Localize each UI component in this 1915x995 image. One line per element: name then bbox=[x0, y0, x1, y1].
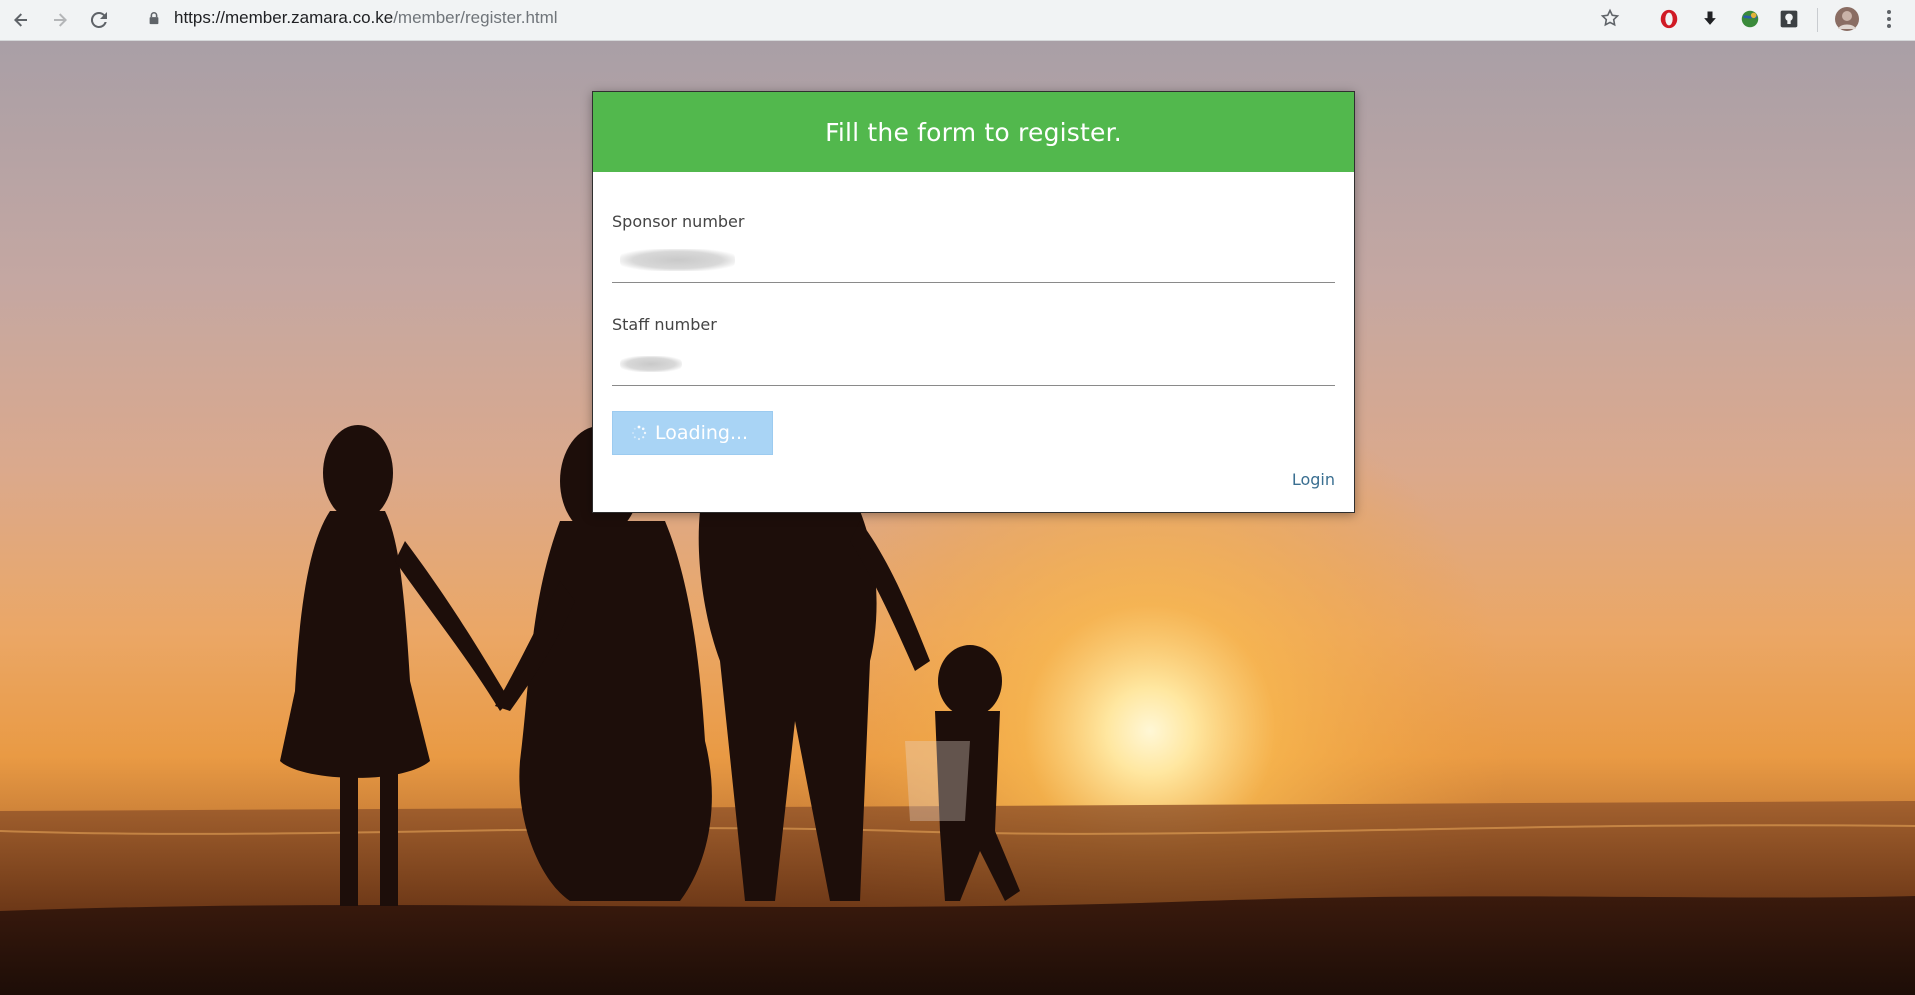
url-host: https://member.zamara.co.ke bbox=[174, 8, 394, 27]
back-arrow-icon bbox=[14, 13, 27, 27]
kebab-menu-icon[interactable] bbox=[1876, 6, 1902, 32]
register-button-label: Loading... bbox=[655, 422, 749, 444]
redacted-value bbox=[620, 249, 735, 271]
profile-avatar[interactable] bbox=[1834, 6, 1860, 32]
address-bar[interactable]: https://member.zamara.co.ke/member/regis… bbox=[130, 2, 1635, 34]
login-link[interactable]: Login bbox=[1292, 470, 1335, 489]
lock-icon bbox=[146, 10, 162, 26]
download-extension-icon[interactable] bbox=[1697, 6, 1723, 32]
toolbar-divider bbox=[1817, 8, 1818, 32]
modal-body: Sponsor number Staff number bbox=[593, 172, 1354, 386]
spinner-icon bbox=[632, 425, 647, 441]
modal-header: Fill the form to register. bbox=[593, 92, 1354, 172]
staff-number-input[interactable] bbox=[612, 344, 1335, 386]
sponsor-number-input[interactable] bbox=[612, 241, 1335, 283]
redacted-value bbox=[620, 356, 682, 372]
modal-title: Fill the form to register. bbox=[825, 117, 1122, 147]
lightbulb-extension-icon[interactable] bbox=[1776, 6, 1802, 32]
url-text: https://member.zamara.co.ke/member/regis… bbox=[174, 8, 558, 28]
reload-icon bbox=[90, 11, 107, 28]
forward-button[interactable] bbox=[42, 2, 78, 38]
forward-arrow-icon bbox=[54, 13, 67, 27]
reload-button[interactable] bbox=[81, 2, 117, 38]
opera-extension-icon[interactable] bbox=[1656, 6, 1682, 32]
register-submit-button[interactable]: Loading... bbox=[612, 411, 773, 455]
browser-toolbar: https://member.zamara.co.ke/member/regis… bbox=[0, 0, 1915, 41]
sponsor-number-label: Sponsor number bbox=[612, 212, 745, 231]
register-modal: Fill the form to register. Sponsor numbe… bbox=[592, 91, 1355, 513]
url-path: /member/register.html bbox=[393, 8, 558, 27]
star-icon[interactable] bbox=[1600, 8, 1620, 28]
staff-number-label: Staff number bbox=[612, 315, 717, 334]
globe-extension-icon[interactable] bbox=[1737, 6, 1763, 32]
back-button[interactable] bbox=[3, 2, 39, 38]
